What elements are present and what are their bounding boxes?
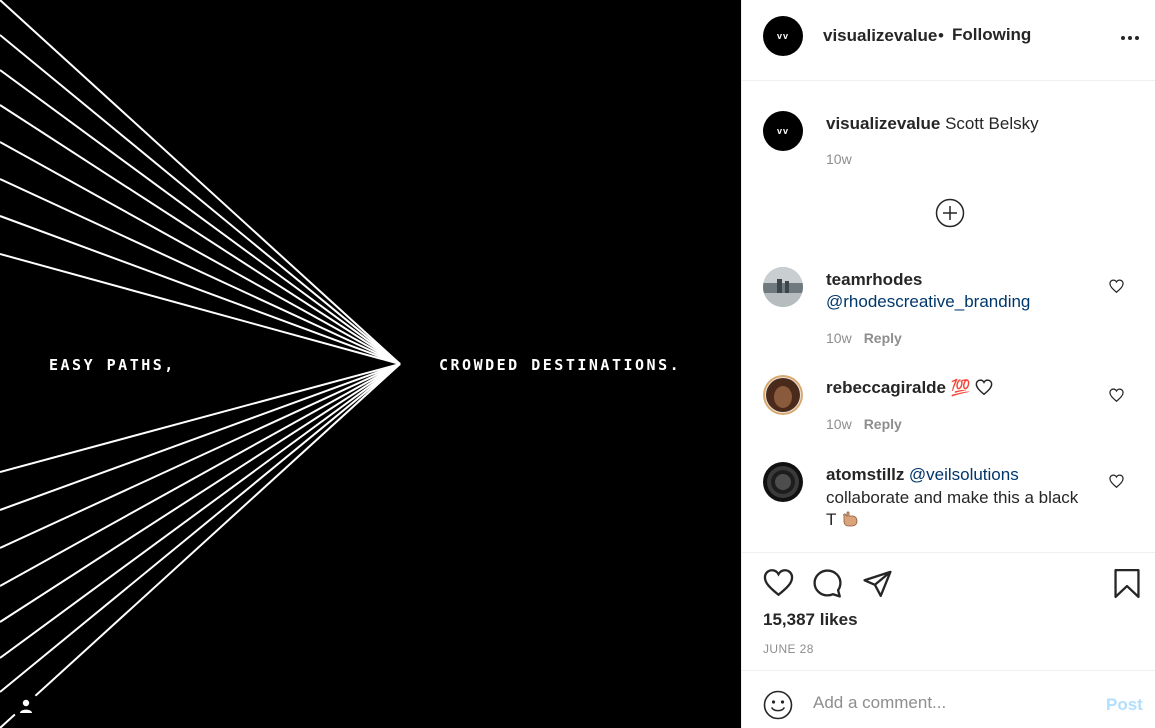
share-button[interactable] xyxy=(862,568,893,604)
bookmark-icon xyxy=(1114,568,1140,599)
avatar[interactable] xyxy=(763,267,803,307)
media-right-text: CROWDED DESTINATIONS. xyxy=(439,356,682,374)
user-icon xyxy=(20,699,32,713)
header-separator: • xyxy=(938,26,944,45)
load-more-comments-button[interactable] xyxy=(935,198,965,233)
timestamp[interactable]: 10w xyxy=(826,151,852,167)
comment-body: atomstillz @veilsolutions collaborate an… xyxy=(826,464,1106,531)
heart-icon xyxy=(1109,279,1124,294)
header-username[interactable]: visualizevalue xyxy=(823,26,937,46)
following-button[interactable]: Following xyxy=(952,25,1031,45)
comment-text-line: T xyxy=(826,509,1106,531)
heart-icon xyxy=(1109,388,1124,403)
comment-body: teamrhodes @rhodescreative_branding xyxy=(826,269,1030,313)
comment-body: rebeccagiralde 💯 xyxy=(826,378,993,398)
comment-username[interactable]: rebeccagiralde xyxy=(826,378,946,397)
comment-input[interactable] xyxy=(813,688,1093,718)
post-actions: 15,387 likes JUNE 28 xyxy=(742,552,1155,670)
caption-text: Scott Belsky xyxy=(945,114,1039,133)
more-options-button[interactable] xyxy=(1120,28,1140,54)
save-button[interactable] xyxy=(1113,568,1141,604)
avatar[interactable] xyxy=(763,462,803,502)
comment-username[interactable]: teamrhodes xyxy=(826,269,1030,291)
reply-button[interactable]: Reply xyxy=(864,416,902,432)
comment-meta: 10w Reply xyxy=(826,330,902,346)
paper-plane-icon xyxy=(863,570,892,597)
like-comment-button[interactable] xyxy=(1109,279,1124,298)
reply-button[interactable]: Reply xyxy=(864,330,902,346)
profile-photo xyxy=(763,375,803,415)
plus-circle-icon xyxy=(935,198,965,228)
media-left-text: EASY PATHS, xyxy=(49,356,176,374)
heart-icon xyxy=(763,569,794,597)
timestamp[interactable]: 10w xyxy=(826,416,852,432)
like-button[interactable] xyxy=(763,568,794,602)
comment-mention[interactable]: @veilsolutions xyxy=(909,465,1019,484)
heart-outline-emoji xyxy=(975,379,993,396)
more-dots-icon xyxy=(1121,36,1139,40)
avatar[interactable] xyxy=(763,375,803,415)
post-side-panel: vv visualizevalue • Following vv visuali… xyxy=(741,0,1155,728)
caption: visualizevalue Scott Belsky xyxy=(826,114,1039,134)
smiley-icon xyxy=(763,690,793,720)
tagged-user-button[interactable] xyxy=(12,692,40,720)
emoji-button[interactable] xyxy=(763,690,793,725)
avatar-logo-text: vv xyxy=(776,31,789,41)
comments-list[interactable]: vv visualizevalue Scott Belsky 10w teamr… xyxy=(742,82,1155,552)
avatar-logo-text: vv xyxy=(776,126,789,136)
heart-icon xyxy=(1109,474,1124,489)
likes-count[interactable]: 15,387 likes xyxy=(763,610,858,630)
add-comment-bar: Post xyxy=(742,670,1155,728)
caption-username[interactable]: visualizevalue xyxy=(826,114,940,133)
comment-username[interactable]: atomstillz xyxy=(826,465,904,484)
hundred-points-emoji: 💯 xyxy=(950,380,971,397)
comment-mention[interactable]: @rhodescreative_branding xyxy=(826,291,1030,313)
comment-text-end: T xyxy=(826,510,837,529)
profile-photo xyxy=(763,267,803,307)
like-comment-button[interactable] xyxy=(1109,388,1124,407)
comment-button[interactable] xyxy=(812,568,843,604)
avatar[interactable]: vv xyxy=(763,16,803,56)
post-date[interactable]: JUNE 28 xyxy=(763,642,814,656)
caption-time: 10w xyxy=(826,151,852,167)
profile-photo xyxy=(763,462,803,502)
speech-bubble-icon xyxy=(813,569,842,598)
timestamp[interactable]: 10w xyxy=(826,330,852,346)
like-comment-button[interactable] xyxy=(1109,474,1124,493)
post-media[interactable]: EASY PATHS, CROWDED DESTINATIONS. xyxy=(0,0,741,728)
post-header: vv visualizevalue • Following xyxy=(742,0,1155,81)
call-me-hand-emoji xyxy=(843,511,858,527)
comment-text-line: collaborate and make this a black xyxy=(826,488,1079,507)
comment-meta: 10w Reply xyxy=(826,416,902,432)
post-comment-button[interactable]: Post xyxy=(1106,695,1143,715)
caption-avatar[interactable]: vv xyxy=(763,111,803,151)
